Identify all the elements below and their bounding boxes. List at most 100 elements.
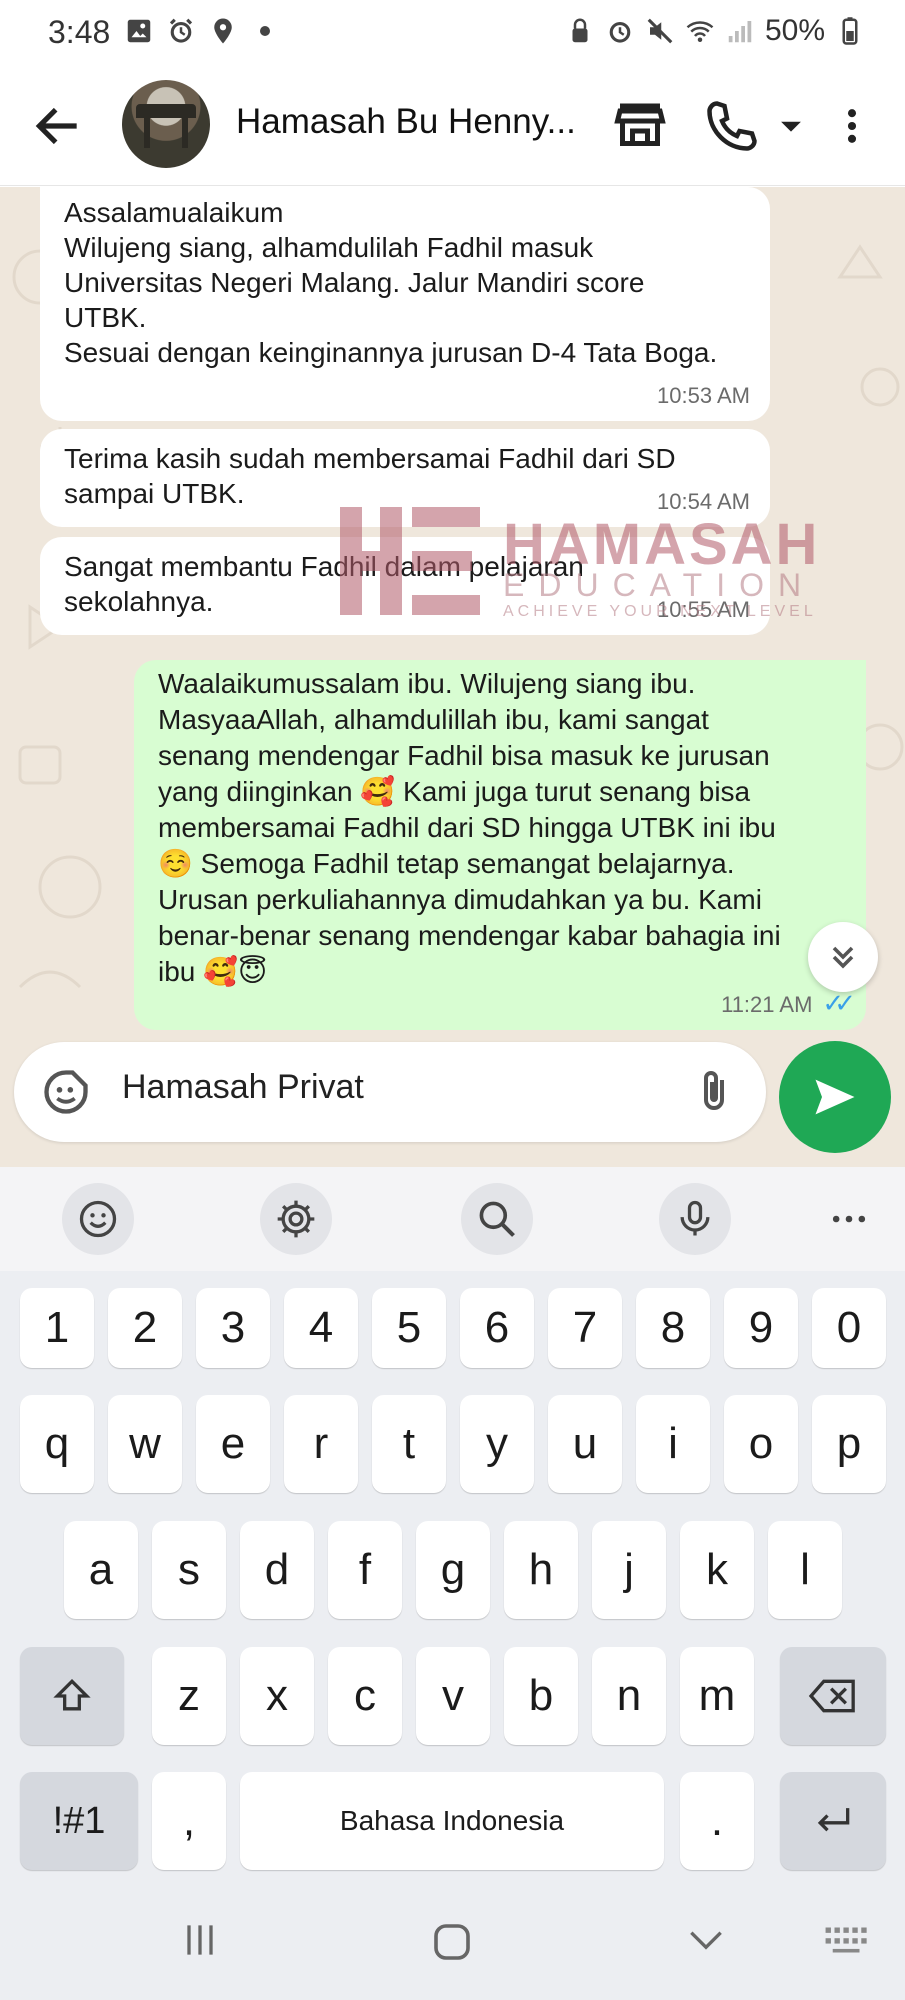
key-x[interactable]: x — [240, 1647, 314, 1745]
send-icon — [815, 1079, 855, 1115]
signal-icon — [728, 21, 752, 43]
message-composer[interactable]: Hamasah Privat — [14, 1042, 766, 1142]
key-w[interactable]: w — [108, 1395, 182, 1493]
key-8[interactable]: 8 — [636, 1288, 710, 1368]
contact-name[interactable]: Hamasah Bu Henny... — [236, 102, 576, 142]
more-options-icon[interactable] — [830, 96, 874, 156]
voice-input-button[interactable] — [659, 1183, 731, 1255]
lock-icon — [572, 18, 588, 43]
attach-icon[interactable] — [690, 1064, 738, 1120]
message-status: 11:21 AM ✓✓ — [721, 986, 856, 1022]
key-h[interactable]: h — [504, 1521, 578, 1619]
key-n[interactable]: n — [592, 1647, 666, 1745]
search-button[interactable] — [461, 1183, 533, 1255]
system-navigation-bar — [0, 1890, 905, 2000]
chat-header: Hamasah Bu Henny... — [0, 66, 905, 186]
key-y[interactable]: y — [460, 1395, 534, 1493]
key-7[interactable]: 7 — [548, 1288, 622, 1368]
call-dropdown-icon[interactable] — [774, 96, 808, 156]
incoming-message[interactable]: Terima kasih sudah membersamai Fadhil da… — [40, 429, 770, 527]
contact-avatar[interactable] — [122, 80, 210, 168]
status-time: 3:48 — [48, 14, 111, 50]
dot-icon — [260, 26, 270, 36]
key-b[interactable]: b — [504, 1647, 578, 1745]
scroll-to-bottom-button[interactable] — [808, 922, 878, 992]
battery-percent: 50% — [764, 14, 825, 47]
key-2[interactable]: 2 — [108, 1288, 182, 1368]
key-p[interactable]: p — [812, 1395, 886, 1493]
message-time: 11:21 AM — [721, 992, 813, 1017]
alarm-icon — [169, 18, 193, 43]
key-5[interactable]: 5 — [372, 1288, 446, 1368]
key-r[interactable]: r — [284, 1395, 358, 1493]
enter-icon — [817, 1808, 850, 1832]
send-button[interactable] — [779, 1041, 891, 1153]
key-i[interactable]: i — [636, 1395, 710, 1493]
key-z[interactable]: z — [152, 1647, 226, 1745]
double-chevron-down-icon — [832, 946, 854, 969]
message-time: 10:55 AM — [657, 597, 750, 622]
backspace-icon — [808, 1679, 855, 1713]
back-arrow-icon[interactable] — [30, 98, 86, 154]
key-s[interactable]: s — [152, 1521, 226, 1619]
key-u[interactable]: u — [548, 1395, 622, 1493]
key-e[interactable]: e — [196, 1395, 270, 1493]
key-o[interactable]: o — [724, 1395, 798, 1493]
shop-icon[interactable] — [610, 96, 670, 156]
emoji-button[interactable] — [62, 1183, 134, 1255]
message-input[interactable]: Hamasah Privat — [122, 1068, 364, 1107]
message-time: 10:53 AM — [657, 383, 750, 408]
settings-button[interactable] — [260, 1183, 332, 1255]
key-m[interactable]: m — [680, 1647, 754, 1745]
keyboard: 1 2 3 4 5 6 7 8 9 0 q w e r t y u i o p … — [0, 1167, 905, 2000]
outgoing-message[interactable]: Waalaikumussalam ibu. Wilujeng siang ibu… — [134, 660, 866, 1030]
message-text: Waalaikumussalam ibu. Wilujeng siang ibu… — [158, 668, 781, 987]
key-t[interactable]: t — [372, 1395, 446, 1493]
message-text: Sangat membantu Fadhil dalam pelajaran s… — [64, 551, 584, 617]
key-q[interactable]: q — [20, 1395, 94, 1493]
key-d[interactable]: d — [240, 1521, 314, 1619]
key-3[interactable]: 3 — [196, 1288, 270, 1368]
incoming-message[interactable]: Assalamualaikum Wilujeng siang, alhamdul… — [40, 187, 770, 421]
key-9[interactable]: 9 — [724, 1288, 798, 1368]
symbols-key[interactable]: !#1 — [20, 1772, 138, 1870]
key-f[interactable]: f — [328, 1521, 402, 1619]
key-v[interactable]: v — [416, 1647, 490, 1745]
back-chevron-icon[interactable] — [682, 1918, 730, 1962]
keyboard-toolbar — [0, 1167, 905, 1271]
status-system-icons: 50% — [565, 14, 865, 48]
key-4[interactable]: 4 — [284, 1288, 358, 1368]
emoji-icon — [79, 1200, 117, 1238]
incoming-message[interactable]: Sangat membantu Fadhil dalam pelajaran s… — [40, 537, 770, 635]
recent-apps-icon[interactable] — [178, 1918, 222, 1962]
space-key[interactable]: Bahasa Indonesia — [240, 1772, 664, 1870]
message-text: Terima kasih sudah membersamai Fadhil da… — [64, 443, 676, 509]
key-6[interactable]: 6 — [460, 1288, 534, 1368]
sticker-icon[interactable] — [40, 1066, 92, 1118]
comma-key[interactable]: , — [152, 1772, 226, 1870]
status-bar: 3:48 50% — [0, 0, 905, 66]
key-1[interactable]: 1 — [20, 1288, 94, 1368]
key-l[interactable]: l — [768, 1521, 842, 1619]
chat-area[interactable]: Assalamualaikum Wilujeng siang, alhamdul… — [0, 187, 905, 1167]
message-time: 10:54 AM — [657, 489, 750, 514]
battery-icon — [842, 17, 858, 45]
key-k[interactable]: k — [680, 1521, 754, 1619]
backspace-key[interactable] — [780, 1647, 886, 1745]
key-a[interactable]: a — [64, 1521, 138, 1619]
enter-key[interactable] — [780, 1772, 886, 1870]
keyboard-switch-icon[interactable] — [822, 1920, 872, 1960]
key-0[interactable]: 0 — [812, 1288, 886, 1368]
key-j[interactable]: j — [592, 1521, 666, 1619]
period-key[interactable]: . — [680, 1772, 754, 1870]
gallery-icon — [127, 19, 151, 43]
key-g[interactable]: g — [416, 1521, 490, 1619]
more-tools-button[interactable] — [813, 1183, 885, 1255]
status-notification-icons — [124, 16, 280, 46]
shift-key[interactable] — [20, 1647, 124, 1745]
key-c[interactable]: c — [328, 1647, 402, 1745]
search-icon — [479, 1201, 515, 1237]
home-icon[interactable] — [428, 1918, 476, 1966]
voice-call-icon[interactable] — [702, 96, 762, 156]
wifi-icon — [686, 21, 714, 42]
